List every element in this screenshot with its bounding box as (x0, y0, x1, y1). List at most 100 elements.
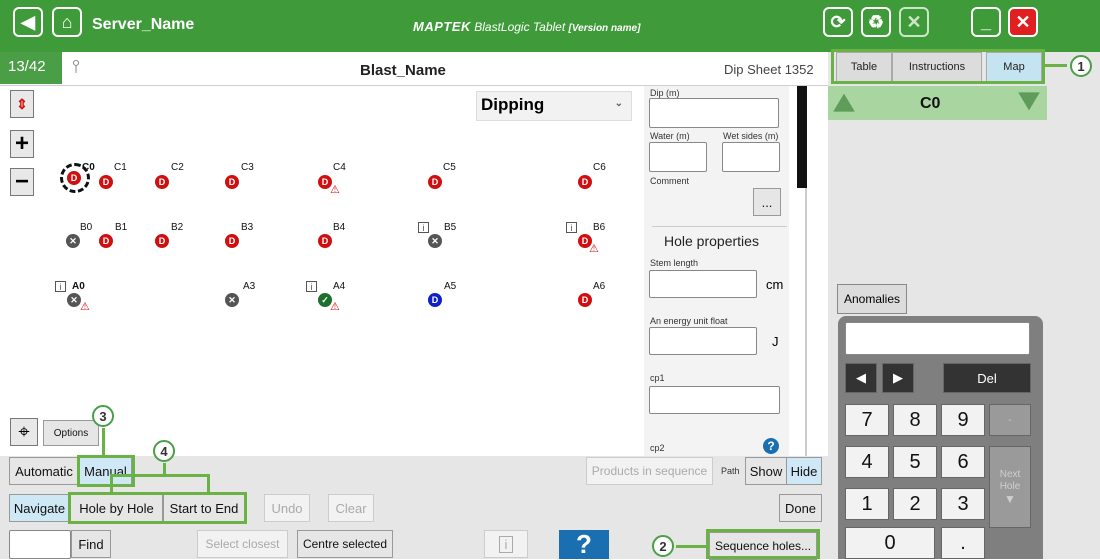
hole-label: B3 (241, 222, 254, 233)
hole-a0[interactable]: ✕ (67, 293, 81, 307)
mode-value: Dipping (481, 95, 545, 114)
path-show-button[interactable]: Show (745, 457, 787, 485)
home-icon[interactable]: ⌂ (52, 7, 82, 37)
key-3[interactable]: 3 (941, 488, 985, 520)
warning-icon: ⚠ (330, 301, 340, 313)
north-arrow-icon[interactable]: ⇕ (10, 90, 34, 118)
callout-line-3 (102, 428, 105, 455)
sync-icon[interactable]: ⟳ (823, 7, 853, 37)
close-icon[interactable]: ✕ (1008, 7, 1038, 37)
hole-label: B6 (593, 222, 606, 233)
water-label: Water (m) (650, 131, 690, 141)
hole-counter: 13/42 (0, 52, 62, 84)
hole-b3[interactable]: D (225, 234, 239, 248)
products-in-sequence-button[interactable]: Products in sequence (586, 457, 713, 485)
hole-b2[interactable]: D (155, 234, 169, 248)
locate-icon[interactable]: ⌖ (10, 418, 38, 446)
app-name: BlastLogic Tablet (474, 20, 566, 34)
callout-3: 3 (92, 405, 114, 427)
key-dot[interactable]: . (941, 527, 985, 559)
key-0[interactable]: 0 (845, 527, 935, 559)
help-icon[interactable]: ? (763, 438, 779, 454)
gps-off-icon[interactable]: ✕ (899, 7, 929, 37)
path-hide-button[interactable]: Hide (786, 457, 822, 485)
select-closest-button[interactable]: Select closest (197, 530, 288, 558)
minimize-icon[interactable]: _ (971, 7, 1001, 37)
key-2[interactable]: 2 (893, 488, 937, 520)
info-icon: i (566, 222, 577, 233)
map-canvas[interactable] (0, 86, 640, 456)
info-button[interactable]: i (484, 530, 528, 558)
hole-label: B1 (115, 222, 128, 233)
hole-b1[interactable]: D (99, 234, 113, 248)
key-1[interactable]: 1 (845, 488, 889, 520)
undo-button[interactable]: Undo (264, 494, 310, 522)
hole-label: C3 (241, 162, 254, 173)
app-brand: MAPTEK BlastLogic Tablet [Version name] (413, 19, 640, 34)
find-input[interactable] (9, 530, 71, 559)
key-8[interactable]: 8 (893, 404, 937, 436)
callout-line-2 (676, 545, 706, 548)
mode-dropdown[interactable]: Dipping ⌄ (476, 91, 632, 121)
refresh-icon[interactable]: ♻ (861, 7, 891, 37)
energy-unit: J (772, 334, 779, 349)
hole-c5[interactable]: D (428, 175, 442, 189)
server-name: Server_Name (92, 16, 195, 33)
hole-c1[interactable]: D (99, 175, 113, 189)
form-scrollbar[interactable] (797, 86, 807, 188)
energy-input[interactable] (649, 327, 757, 355)
callout-4: 4 (153, 440, 175, 462)
comment-label: Comment (650, 176, 690, 186)
navigate-button[interactable]: Navigate (9, 494, 70, 522)
automatic-button[interactable]: Automatic (9, 457, 79, 485)
delete-key[interactable]: Del (943, 363, 1031, 393)
key-9[interactable]: 9 (941, 404, 985, 436)
cp1-label: cp1 (650, 373, 665, 383)
app-version: [Version name] (568, 23, 641, 34)
back-icon[interactable]: ◀ (13, 7, 43, 37)
comment-more-button[interactable]: ... (753, 188, 781, 216)
hole-label: B0 (80, 222, 93, 233)
zoom-in-icon[interactable]: + (10, 130, 34, 158)
hole-a3[interactable]: ✕ (225, 293, 239, 307)
hole-label: A5 (444, 281, 457, 292)
find-button[interactable]: Find (71, 530, 111, 558)
cursor-right-icon[interactable]: ▶ (882, 363, 914, 393)
wet-sides-input[interactable] (722, 142, 780, 172)
hole-c0[interactable]: D (67, 171, 81, 185)
zoom-out-icon[interactable]: − (10, 168, 34, 196)
options-button[interactable]: Options (43, 420, 99, 446)
chevron-down-icon: ⌄ (614, 98, 623, 109)
water-input[interactable] (649, 142, 707, 172)
cursor-left-icon[interactable]: ◀ (845, 363, 877, 393)
next-hole-key[interactable]: Next Hole ▼ (989, 446, 1031, 528)
hole-a6[interactable]: D (578, 293, 592, 307)
key-7[interactable]: 7 (845, 404, 889, 436)
warning-icon: ⚠ (80, 301, 90, 313)
hole-c6[interactable]: D (578, 175, 592, 189)
clear-button[interactable]: Clear (328, 494, 374, 522)
key-4[interactable]: 4 (845, 446, 889, 478)
hole-b5[interactable]: ✕ (428, 234, 442, 248)
anomalies-button[interactable]: Anomalies (837, 284, 907, 314)
hole-b4[interactable]: D (318, 234, 332, 248)
centre-selected-button[interactable]: Centre selected (297, 530, 393, 558)
key-5[interactable]: 5 (893, 446, 937, 478)
dip-label: Dip (m) (650, 88, 680, 98)
dip-input[interactable] (649, 98, 779, 128)
warning-icon: ⚠ (330, 184, 340, 196)
key-6[interactable]: 6 (941, 446, 985, 478)
hole-label: A3 (243, 281, 256, 292)
hole-b0[interactable]: ✕ (66, 234, 80, 248)
hole-c2[interactable]: D (155, 175, 169, 189)
done-button[interactable]: Done (779, 494, 822, 522)
cp1-input[interactable] (649, 386, 780, 414)
key-minus[interactable]: - (989, 404, 1031, 436)
hole-c3[interactable]: D (225, 175, 239, 189)
hole-label: C6 (593, 162, 606, 173)
help-button[interactable]: ? (559, 529, 609, 559)
callout-box-1 (831, 49, 1045, 84)
keypad-display[interactable] (845, 322, 1030, 355)
hole-a5[interactable]: D (428, 293, 442, 307)
stem-length-input[interactable] (649, 270, 757, 298)
